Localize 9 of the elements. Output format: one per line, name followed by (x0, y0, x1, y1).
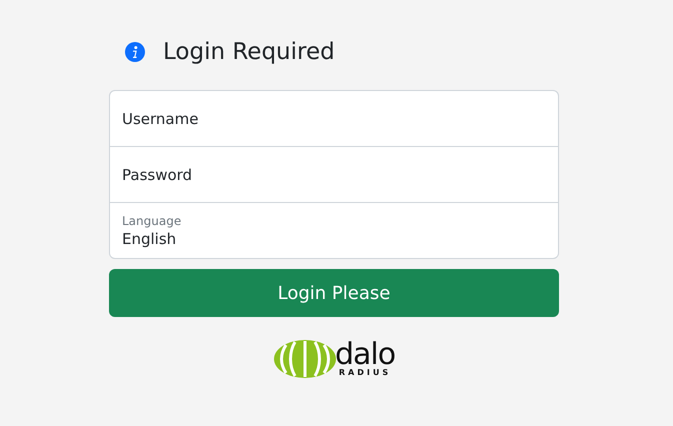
login-button[interactable]: Login Please (109, 269, 559, 317)
text-field[interactable]: Password (109, 146, 559, 203)
info-icon (125, 42, 145, 62)
logo-subtext: RADIUS (338, 368, 392, 376)
login-title: Login Required (163, 39, 335, 65)
globe-icon (272, 339, 337, 379)
language-select[interactable]: Language English (109, 202, 559, 259)
logo-text: dalo (334, 342, 396, 368)
text-field[interactable]: Username (109, 90, 559, 147)
